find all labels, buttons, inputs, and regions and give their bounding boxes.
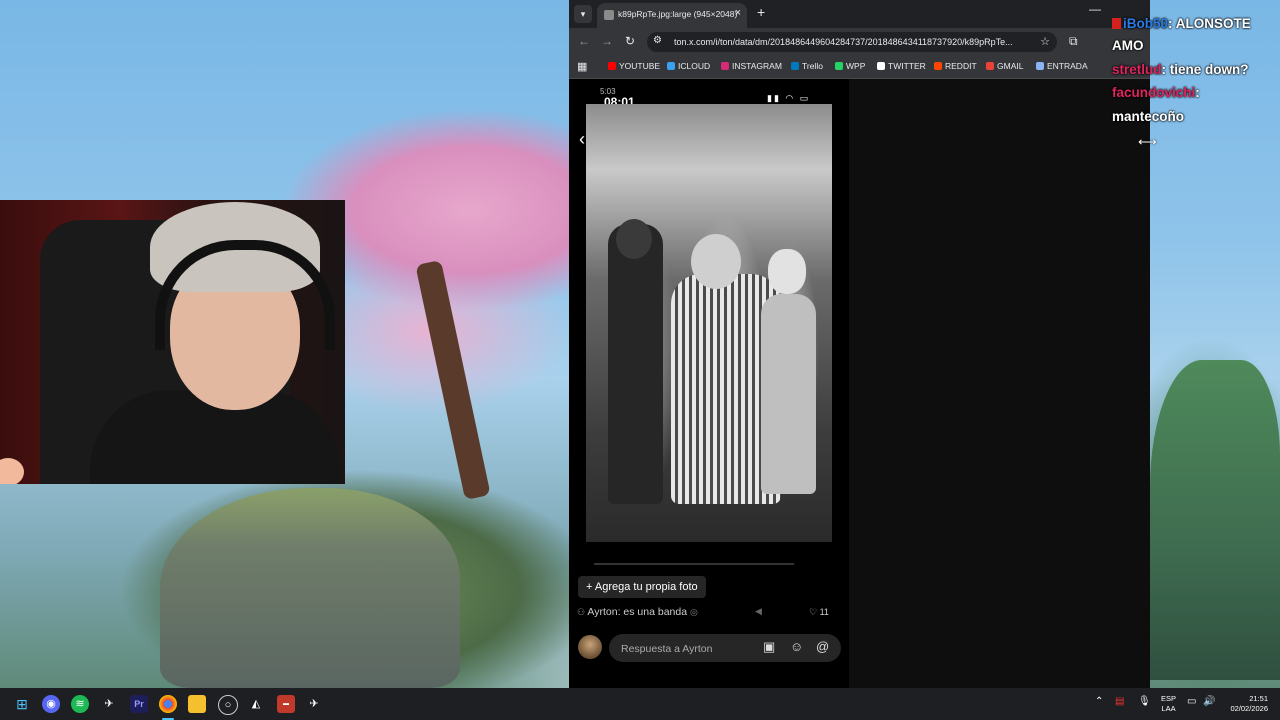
bookmark-gmail[interactable]: GMAIL [986,61,1023,71]
emoji-icon[interactable]: ☺ [790,639,803,654]
steam-icon-2[interactable]: ✈ [305,695,323,713]
image-favicon-icon [604,10,614,20]
taskbar: ⊞ ◉ ≋ ✈ Pr ○ ◭ ▬ ✈ ⌃ ▤ 🎙 ESP LAA ▭ 🔊 21:… [0,688,1280,720]
x-icon [877,62,885,70]
volume-icon[interactable]: 🔊 [1203,696,1215,707]
chat-message: stretlud: tiene down? [1112,62,1249,77]
person-right [761,294,816,494]
premiere-icon[interactable]: Pr [130,695,148,713]
webcam-feed [0,200,345,484]
person-right-head [768,249,806,294]
back-arrow-icon[interactable]: ← [578,34,590,48]
steam-icon[interactable]: ✈ [100,695,118,713]
youtube-icon [608,62,616,70]
tray-chevron-icon[interactable]: ⌃ [1095,696,1103,707]
phone-screenshot: 5:03 08:01 ▮▮ ◠ ▭ ‹ + Agrega tu propia f… [569,79,849,688]
story-progress-bar [594,563,794,565]
image-icon[interactable]: ▣ [763,639,775,655]
reply-input[interactable] [619,639,753,659]
add-photo-button[interactable]: + Agrega tu propia foto [578,576,706,598]
tab-image[interactable]: k89pRpTe.jpg:large (945×2048) × [597,3,747,28]
reddit-icon [934,62,942,70]
clock-time: 21:51 [1249,694,1268,703]
bookmark-wpp[interactable]: WPP [835,61,865,71]
network-icon[interactable]: ▭ [1187,696,1196,707]
person-left [608,224,663,504]
discord-icon[interactable]: ◉ [42,695,60,713]
site-info-icon[interactable]: ⚙ [653,35,662,46]
icloud-icon [667,62,675,70]
close-tab-icon[interactable]: × [735,7,741,19]
person-left-head [616,219,652,259]
browser-window: ▾ k89pRpTe.jpg:large (945×2048) × + — ← … [569,0,1150,688]
tab-bar: ▾ k89pRpTe.jpg:large (945×2048) × + — [569,0,1150,28]
clock-date: 02/02/2026 [1230,704,1268,713]
back-chevron-icon[interactable]: ‹ [579,129,585,150]
rock-island [160,488,460,688]
instagram-icon [721,62,729,70]
spotify-icon[interactable]: ≋ [71,695,89,713]
bookmark-icloud[interactable]: ICLOUD [667,61,710,71]
resize-cursor-icon: ⟷ [1138,134,1157,149]
chat-message: mantecoño [1112,109,1185,124]
address-bar[interactable]: ⚙ ton.x.com/i/ton/data/dm/20184864496042… [647,32,1057,52]
clock[interactable]: 21:51 02/02/2026 [1222,694,1268,714]
likes-value: 11 [819,607,829,617]
apps-grid-icon[interactable]: ▦ [577,60,587,73]
cliff [1150,360,1280,680]
chat-message: AMO [1112,38,1144,53]
record-icon: ◎ [689,607,698,617]
reply-field[interactable]: ▣ ☺ @ [609,634,841,662]
bookmark-star-icon[interactable]: ☆ [1040,35,1050,48]
mention-icon[interactable]: @ [816,639,829,654]
chat-message: iBob50: ALONSOTE [1112,16,1251,31]
badge-icon [1112,18,1121,29]
language-indicator[interactable]: ESP LAA [1161,694,1176,714]
lang-line1: ESP [1161,694,1177,703]
minimize-icon[interactable]: — [1089,2,1101,16]
forward-arrow-icon[interactable]: → [601,34,613,48]
new-tab-icon[interactable]: + [757,4,765,20]
tab-title: k89pRpTe.jpg:large (945×2048) [618,9,738,19]
trello-icon [791,62,799,70]
chrome-icon[interactable] [159,695,177,713]
cherry-tree-trunk [415,259,491,501]
lamp [0,458,24,484]
gmail-icon [986,62,994,70]
url-text: ton.x.com/i/ton/data/dm/2018486449604284… [674,37,1013,47]
bookmark-entrada[interactable]: ENTRADA [1036,61,1088,71]
browser-toolbar: ← → ↻ ⚙ ton.x.com/i/ton/data/dm/20184864… [569,28,1150,56]
like-count[interactable]: ♡ 11 [809,607,829,618]
lang-line2: LAA [1161,704,1176,713]
play-back-icon[interactable]: ◀ [755,606,762,617]
chat-message: facundovichi: [1112,85,1200,100]
bookmarks-bar: ▦ YOUTUBE ICLOUD INSTAGRAM Trello WPP TW… [569,56,1150,79]
bookmark-youtube[interactable]: YOUTUBE [608,61,660,71]
users-icon: ⚇ [577,607,586,617]
person-center-head [691,234,741,289]
folder-icon[interactable] [188,695,206,713]
avatar [578,635,602,659]
obs-icon[interactable]: ○ [218,695,238,715]
comment-text: Ayrton: es una banda [587,606,688,618]
reload-icon[interactable]: ↻ [625,34,635,48]
windows-start-icon[interactable]: ⊞ [13,695,31,713]
status-icons: ▮▮ ◠ ▭ [767,93,811,103]
comment-line: ⚇ Ayrton: es una banda ◎ [577,606,698,618]
story-photo [586,104,832,542]
extensions-icon[interactable]: ⧉ [1069,34,1078,49]
bookmark-twitter[interactable]: TWITTER [877,61,926,71]
page-content: 5:03 08:01 ▮▮ ◠ ▭ ‹ + Agrega tu propia f… [569,79,1150,688]
bookmark-trello[interactable]: Trello [791,61,823,71]
tab-search-icon[interactable]: ▾ [574,5,592,23]
bookmark-instagram[interactable]: INSTAGRAM [721,61,782,71]
entrada-icon [1036,62,1044,70]
microphone-icon[interactable]: 🎙 [1138,696,1151,707]
voice-app-icon[interactable]: ▬ [277,695,295,713]
stream-chat: iBob50: ALONSOTE AMO stretlud: tiene dow… [1112,0,1280,130]
bookmark-reddit[interactable]: REDDIT [934,61,977,71]
app-icon[interactable]: ◭ [247,695,265,713]
tray-app-icon[interactable]: ▤ [1115,696,1124,707]
whatsapp-icon [835,62,843,70]
